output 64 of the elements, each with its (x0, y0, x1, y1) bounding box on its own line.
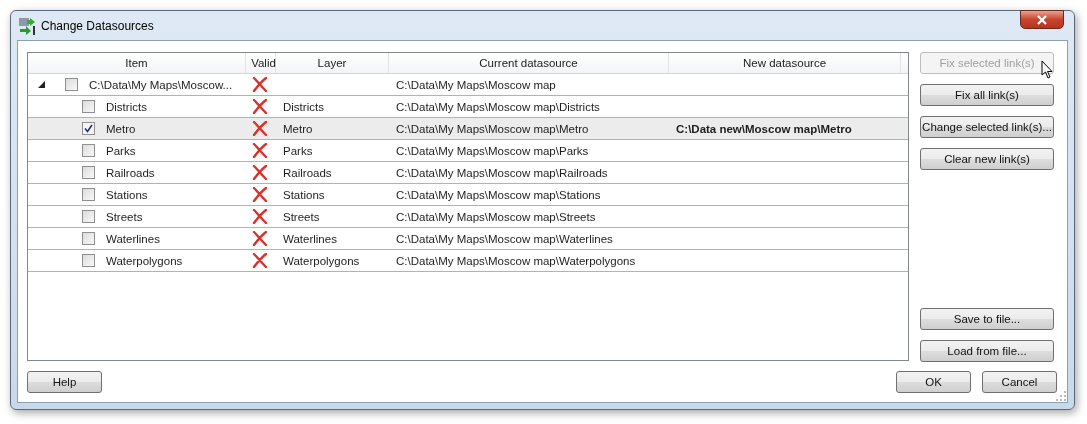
window-title: Change Datasources (41, 18, 154, 33)
table-row[interactable]: C:\Data\My Maps\Moscow... C:\Data\My Maps\Moscow map (28, 74, 908, 96)
table-row[interactable]: Parks Parks C:\Data\My Maps\Moscow map\Parks (28, 140, 908, 162)
ok-button[interactable]: OK (896, 371, 971, 393)
table-row[interactable]: Metro Metro C:\Data\My Maps\Moscow map\Metro C:\Data new\Moscow map\Metro (28, 118, 908, 140)
table-cell: C:\Data\My Maps\Moscow map\Districts (396, 100, 600, 113)
table-cell: Stations (283, 188, 325, 201)
table-cell: Districts (283, 100, 324, 113)
checkbox[interactable] (82, 232, 95, 245)
file-button[interactable]: Load from file... (920, 340, 1054, 362)
column-header[interactable]: New datasource (669, 53, 901, 73)
table-cell: C:\Data\My Maps\Moscow map\Railroads (396, 166, 608, 179)
close-icon (1036, 14, 1048, 25)
checkbox[interactable] (82, 188, 95, 201)
checkbox[interactable] (82, 210, 95, 223)
table-cell: C:\Data\My Maps\Moscow map\Waterlines (396, 232, 613, 245)
table-cell: C:\Data new\Moscow map\Metro (676, 122, 852, 135)
item-name: Metro (106, 122, 136, 135)
table-cell: Streets (283, 210, 320, 223)
item-name: C:\Data\My Maps\Moscow... (89, 78, 233, 91)
help-button[interactable]: Help (27, 371, 102, 393)
checkbox[interactable] (82, 254, 95, 267)
table-cell: Metro (283, 122, 313, 135)
table-cell: Waterlines (283, 232, 337, 245)
pointer-icon (1041, 60, 1055, 80)
cancel-button[interactable]: Cancel (982, 371, 1057, 393)
item-name: Railroads (106, 166, 155, 179)
table-cell: C:\Data\My Maps\Moscow map\Metro (396, 122, 589, 135)
table-cell: C:\Data\My Maps\Moscow map\Streets (396, 210, 596, 223)
table-row[interactable]: Waterlines Waterlines C:\Data\My Maps\Moscow map\Waterlines (28, 228, 908, 250)
column-header[interactable]: Item (28, 53, 246, 73)
item-name: Waterpolygons (106, 254, 183, 267)
table-cell: Waterpolygons (283, 254, 360, 267)
table-row[interactable]: Waterpolygons Waterpolygons C:\Data\My Maps\Moscow map\Waterpolygons (28, 250, 908, 272)
action-button[interactable]: Clear new link(s) (920, 148, 1054, 170)
table-row[interactable]: Stations Stations C:\Data\My Maps\Moscow map\Stations (28, 184, 908, 206)
item-name: Parks (106, 144, 136, 157)
column-header[interactable]: Layer (276, 53, 389, 73)
checkbox[interactable] (82, 122, 95, 135)
item-name: Districts (106, 100, 147, 113)
table-row[interactable]: Streets Streets C:\Data\My Maps\Moscow map\Streets (28, 206, 908, 228)
checkbox[interactable] (82, 166, 95, 179)
table-cell: Parks (283, 144, 313, 157)
close-button[interactable] (1020, 10, 1064, 29)
table-cell: Railroads (283, 166, 332, 179)
expander-icon[interactable] (38, 81, 45, 88)
table-cell: C:\Data\My Maps\Moscow map\Waterpolygons (396, 254, 636, 267)
item-name: Streets (106, 210, 143, 223)
table-row[interactable]: Railroads Railroads C:\Data\My Maps\Moscow map\Railroads (28, 162, 908, 184)
checkbox[interactable] (65, 78, 78, 91)
table-cell: C:\Data\My Maps\Moscow map\Stations (396, 188, 601, 201)
column-header[interactable]: Current datasource (389, 53, 669, 73)
column-header[interactable]: Valid (246, 53, 276, 73)
checkbox[interactable] (82, 144, 95, 157)
app-icon (18, 16, 36, 35)
item-name: Stations (106, 188, 148, 201)
resize-grip-icon[interactable] (1056, 391, 1066, 401)
table-cell: C:\Data\My Maps\Moscow map\Parks (396, 144, 589, 157)
checkbox[interactable] (82, 100, 95, 113)
file-button[interactable]: Save to file... (920, 308, 1054, 330)
action-button[interactable]: Fix all link(s) (920, 84, 1054, 106)
item-name: Waterlines (106, 232, 160, 245)
action-button[interactable]: Change selected link(s)... (920, 116, 1054, 138)
table-cell: C:\Data\My Maps\Moscow map (396, 78, 556, 91)
